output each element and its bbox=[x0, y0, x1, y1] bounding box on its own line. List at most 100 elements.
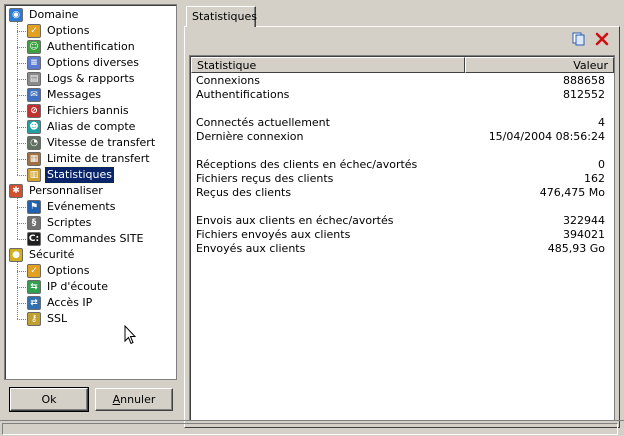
tree-connector bbox=[17, 198, 18, 239]
mouse-cursor-icon bbox=[124, 325, 136, 345]
stat-value: 322944 bbox=[563, 214, 605, 227]
tree-item-6[interactable]: ⊘ Fichiers bannis bbox=[27, 103, 131, 119]
script-icon: § bbox=[27, 216, 41, 230]
ok-button[interactable]: Ok bbox=[9, 387, 89, 412]
tree-item-2[interactable]: ☺ Authentification bbox=[27, 39, 137, 55]
tree-item-label: Messages bbox=[47, 88, 101, 101]
banned-file-icon: ⊘ bbox=[27, 104, 41, 118]
tree-item-label: Scriptes bbox=[47, 216, 92, 229]
delete-icon[interactable] bbox=[594, 32, 610, 48]
tree-item-1[interactable]: ✓ Options bbox=[27, 23, 91, 39]
column-header-statistique[interactable]: Statistique bbox=[191, 57, 465, 73]
tree-item-3[interactable]: ≡ Options diverses bbox=[27, 55, 141, 71]
options-icon: ✓ bbox=[27, 264, 41, 278]
table-row[interactable]: Connexions 888658 bbox=[191, 74, 613, 88]
tree-item-4[interactable]: ▤ Logs & rapports bbox=[27, 71, 136, 87]
message-icon: ✉ bbox=[27, 88, 41, 102]
table-row[interactable]: Envois aux clients en échec/avortés 32294… bbox=[191, 214, 613, 228]
stat-name: Dernière connexion bbox=[196, 130, 304, 143]
tree-connector bbox=[17, 63, 26, 64]
globe-icon: ◉ bbox=[9, 8, 23, 22]
navigation-tree[interactable]: ◉ Domaine ✓ Options ☺ Authentification ≡ Option… bbox=[4, 4, 177, 380]
tree-item-17[interactable]: ⇆ IP d'écoute bbox=[27, 279, 110, 295]
table-row[interactable]: Authentifications 812552 bbox=[191, 88, 613, 102]
tree-item-14[interactable]: C: Commandes SITE bbox=[27, 231, 145, 247]
tree-item-label: Vitesse de transfert bbox=[47, 136, 156, 149]
tree-item-label: Options bbox=[47, 264, 90, 277]
tab-statistiques[interactable]: Statistiques bbox=[186, 6, 257, 27]
delete-icon-svg bbox=[595, 32, 609, 46]
tree-item-label: Fichiers bannis bbox=[47, 104, 129, 117]
tree-item-label: Personnaliser bbox=[29, 184, 103, 197]
speedometer-icon: ◔ bbox=[27, 136, 41, 150]
tree-connector bbox=[17, 271, 26, 272]
tree-item-label: Limite de transfert bbox=[47, 152, 150, 165]
table-row[interactable]: Fichiers reçus des clients 162 bbox=[191, 172, 613, 186]
tree-item-label: Commandes SITE bbox=[47, 232, 144, 245]
table-row[interactable]: Reçus des clients 476,475 Mo bbox=[191, 186, 613, 200]
stat-value: 15/04/2004 08:56:24 bbox=[488, 130, 605, 143]
tree-item-label: Evénements bbox=[47, 200, 116, 213]
table-row[interactable]: Fichiers envoyés aux clients 394021 bbox=[191, 228, 613, 242]
table-row[interactable]: Réceptions des clients en échec/avortés 0 bbox=[191, 158, 613, 172]
tree-connector bbox=[17, 262, 18, 319]
table-row[interactable]: Dernière connexion 15/04/2004 08:56:24 bbox=[191, 130, 613, 144]
statistics-list[interactable]: Statistique Valeur Connexions 888658 Authe… bbox=[189, 55, 615, 421]
copy-icon[interactable] bbox=[571, 32, 587, 48]
tree-item-label: Authentification bbox=[47, 40, 135, 53]
events-icon: ⚑ bbox=[27, 200, 41, 214]
stat-name: Authentifications bbox=[196, 88, 290, 101]
tree-item-19[interactable]: ⚷ SSL bbox=[27, 311, 69, 327]
tree-connector bbox=[17, 319, 26, 320]
tree-connector bbox=[17, 223, 26, 224]
tree-item-9[interactable]: ▦ Limite de transfert bbox=[27, 151, 152, 167]
tree-item-12[interactable]: ⚑ Evénements bbox=[27, 199, 117, 215]
status-bar bbox=[0, 420, 624, 436]
table-row[interactable] bbox=[191, 102, 613, 116]
tree-item-11[interactable]: ✱ Personnaliser bbox=[9, 183, 105, 199]
tree-item-5[interactable]: ✉ Messages bbox=[27, 87, 103, 103]
cancel-label: nnuler bbox=[120, 393, 156, 406]
tree-item-label: IP d'écoute bbox=[47, 280, 108, 293]
tree-connector bbox=[17, 175, 26, 176]
tree-connector bbox=[17, 239, 26, 240]
tree-connector bbox=[17, 95, 26, 96]
table-row[interactable] bbox=[191, 144, 613, 158]
cancel-accel: A bbox=[112, 393, 121, 406]
tree-item-label: SSL bbox=[47, 312, 68, 325]
tree-item-10[interactable]: ▥ Statistiques bbox=[27, 166, 115, 184]
stat-name: Connectés actuellement bbox=[196, 116, 330, 129]
tree-item-15[interactable]: ● Sécurité bbox=[9, 247, 76, 263]
tree-connector bbox=[17, 159, 26, 160]
document-icon: ≡ bbox=[27, 56, 41, 70]
stat-value: 4 bbox=[598, 116, 605, 129]
tree-connector bbox=[17, 79, 26, 80]
stat-name: Fichiers reçus des clients bbox=[196, 172, 334, 185]
column-header-valeur[interactable]: Valeur bbox=[465, 57, 614, 73]
copy-icon-svg bbox=[572, 32, 585, 46]
tree-item-16[interactable]: ✓ Options bbox=[27, 263, 91, 279]
stat-name: Connexions bbox=[196, 74, 260, 87]
tree-item-label: Accès IP bbox=[47, 296, 93, 309]
table-row[interactable]: Connectés actuellement 4 bbox=[191, 116, 613, 130]
tree-connector bbox=[17, 111, 26, 112]
tree-item-8[interactable]: ◔ Vitesse de transfert bbox=[27, 135, 157, 151]
tree-connector bbox=[17, 47, 26, 48]
tree-item-label: Logs & rapports bbox=[47, 72, 135, 85]
log-icon: ▤ bbox=[27, 72, 41, 86]
statistics-icon: ▥ bbox=[27, 168, 41, 182]
cancel-button[interactable]: Annuler bbox=[95, 388, 173, 411]
stat-value: 812552 bbox=[563, 88, 605, 101]
tree-connector bbox=[17, 303, 26, 304]
alias-icon: ☻ bbox=[27, 120, 41, 134]
tree-item-18[interactable]: ⇄ Accès IP bbox=[27, 295, 94, 311]
tree-item-label: Domaine bbox=[29, 8, 79, 21]
table-row[interactable]: Envoyés aux clients 485,93 Go bbox=[191, 242, 613, 256]
tree-item-7[interactable]: ☻ Alias de compte bbox=[27, 119, 137, 135]
stat-name: Envois aux clients en échec/avortés bbox=[196, 214, 394, 227]
tree-connector bbox=[17, 287, 26, 288]
stat-value: 476,475 Mo bbox=[539, 186, 605, 199]
tree-item-13[interactable]: § Scriptes bbox=[27, 215, 93, 231]
tree-item-0[interactable]: ◉ Domaine bbox=[9, 7, 80, 23]
table-row[interactable] bbox=[191, 200, 613, 214]
